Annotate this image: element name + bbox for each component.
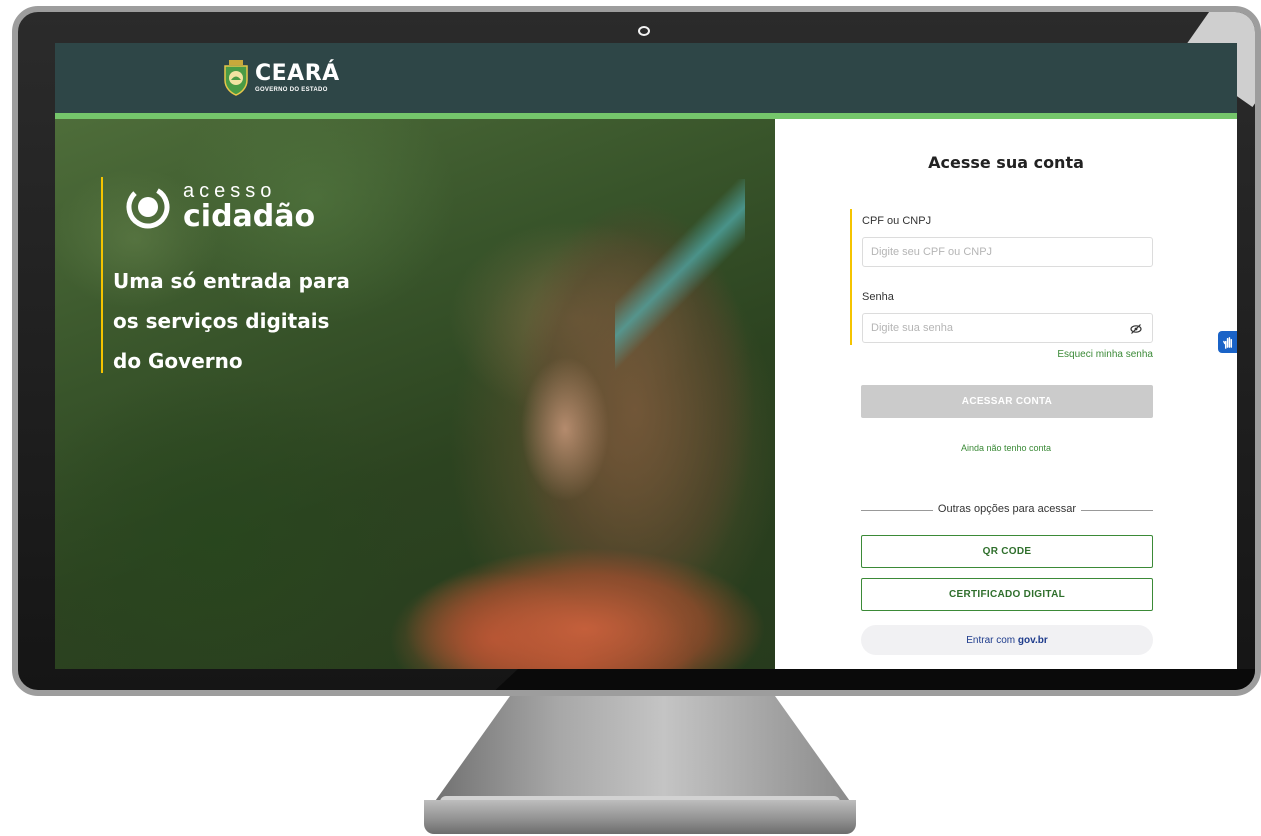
eye-slash-icon[interactable] <box>1130 323 1142 335</box>
hero-image: acesso cidadão Uma só entrada para os se… <box>55 119 785 669</box>
password-input[interactable] <box>863 314 1152 342</box>
top-header: CEARÁ GOVERNO DO ESTADO <box>55 43 1237 113</box>
hero-tagline: Uma só entrada para os serviços digitais… <box>113 261 413 381</box>
hand-icon <box>1222 336 1232 349</box>
govbr-brand: gov.br <box>1017 634 1048 646</box>
submit-button[interactable]: ACESSAR CONTA <box>861 385 1153 418</box>
hero-photo-highlight <box>615 179 745 399</box>
monitor-stand-base <box>424 800 856 834</box>
acesso-cidadao-brand: acesso cidadão <box>123 181 315 233</box>
monitor-frame: CEARÁ GOVERNO DO ESTADO acesso cidadão U… <box>12 6 1261 696</box>
govbr-prefix: Entrar com <box>966 634 1016 646</box>
register-link[interactable]: Ainda não tenho conta <box>775 443 1237 453</box>
password-label: Senha <box>862 291 894 303</box>
digital-certificate-button[interactable]: CERTIFICADO DIGITAL <box>861 578 1153 611</box>
cpf-field-box <box>862 237 1153 267</box>
form-accent-line <box>850 209 852 345</box>
logo-title: CEARÁ <box>255 61 340 86</box>
brand-cidadao-text: cidadão <box>183 199 316 234</box>
tagline-line: Uma só entrada para <box>113 269 350 293</box>
ceara-crest-icon <box>224 60 248 96</box>
tagline-line: do Governo <box>113 349 243 373</box>
qr-code-button[interactable]: QR CODE <box>861 535 1153 568</box>
screen: CEARÁ GOVERNO DO ESTADO acesso cidadão U… <box>55 43 1237 669</box>
logo-subtitle: GOVERNO DO ESTADO <box>255 87 328 93</box>
cpf-input[interactable] <box>863 238 1152 266</box>
monitor-bezel-shadow <box>488 669 1255 690</box>
hero-photo-shirt <box>385 519 775 669</box>
cpf-label: CPF ou CNPJ <box>862 215 932 227</box>
acesso-cidadao-icon <box>126 185 170 229</box>
login-title: Acesse sua conta <box>928 153 1084 172</box>
other-options-label: Outras opções para acessar <box>937 503 1077 515</box>
hero-photo-face <box>505 339 615 519</box>
hero-accent-line <box>101 177 103 373</box>
vlibras-hand-icon[interactable] <box>1218 331 1237 353</box>
ceara-logo[interactable]: CEARÁ GOVERNO DO ESTADO <box>223 57 340 99</box>
other-options-divider: Outras opções para acessar <box>861 503 1153 517</box>
webcam-icon <box>638 26 650 36</box>
login-panel: Acesse sua conta CPF ou CNPJ Senha Esque… <box>775 119 1237 669</box>
brand-acesso-text: acesso <box>183 180 277 202</box>
govbr-login-button[interactable]: Entrar com gov.br <box>861 625 1153 655</box>
divider-line <box>1081 510 1153 511</box>
forgot-password-link[interactable]: Esqueci minha senha <box>862 349 1153 360</box>
tagline-line: os serviços digitais <box>113 309 330 333</box>
password-field-box <box>862 313 1153 343</box>
